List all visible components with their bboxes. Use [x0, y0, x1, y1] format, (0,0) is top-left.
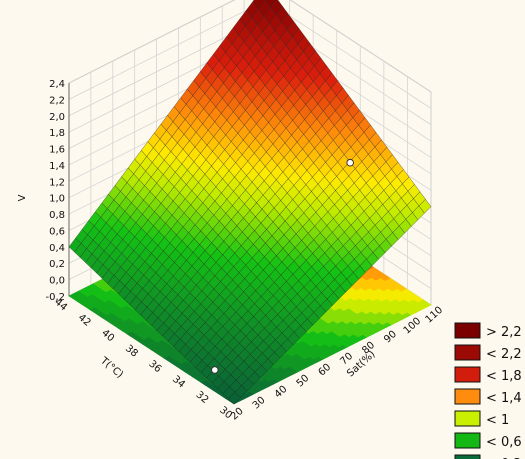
chart-window: -0,2 0,0 0,2 0,4 0,6 0,8 1,0 1,2 1,4 1,6 1,8 2,0 2,2…: [0, 0, 525, 459]
y-tick-label: 34: [170, 374, 187, 391]
legend-swatch: [454, 388, 481, 405]
x-tick-label: 40: [273, 384, 290, 401]
z-tick-label: 0,8: [49, 210, 65, 221]
legend-swatch: [454, 432, 481, 449]
z-tick-label: 1,6: [49, 145, 65, 156]
z-axis-label: V: [17, 194, 28, 201]
legend-swatch: [454, 454, 481, 459]
x-tick-label: 100: [402, 316, 424, 337]
legend-label: > 2,2: [486, 325, 522, 340]
legend: > 2,2< 2,2< 1,8< 1,4< 1< 0,6< 0,2: [454, 322, 522, 459]
legend-swatch: [454, 366, 481, 383]
legend-label: < 1,4: [486, 391, 522, 406]
surface-plot: -0,20,00,20,40,60,81,01,21,41,61,82,02,2…: [17, 0, 522, 459]
legend-label: < 2,2: [486, 347, 522, 362]
z-tick-label: 0,0: [49, 276, 65, 287]
legend-label: < 1: [486, 413, 509, 428]
legend-swatch: [454, 344, 481, 361]
y-tick-label: 38: [123, 343, 140, 360]
y-tick-label: 36: [146, 358, 163, 375]
legend-label: < 0,6: [486, 435, 522, 450]
y-tick-label: 42: [76, 312, 93, 329]
legend-label: < 1,8: [486, 369, 522, 384]
z-tick-label: 1,4: [49, 161, 65, 172]
x-tick-label: 30: [251, 395, 268, 412]
x-tick-label: 90: [382, 329, 399, 346]
z-tick-label: 0,2: [49, 259, 65, 270]
z-tick-label: 2,2: [49, 95, 65, 106]
z-tick-label: 1,0: [49, 194, 65, 205]
x-tick-label: 20: [229, 406, 246, 423]
x-tick-label: 50: [295, 373, 312, 390]
x-tick-label: 110: [424, 305, 446, 326]
data-point: [211, 366, 219, 374]
z-tick-label: 1,2: [49, 177, 65, 188]
legend-swatch: [454, 410, 481, 427]
data-point: [346, 158, 354, 167]
z-tick-label: 0,6: [49, 226, 65, 237]
y-tick-label: 32: [194, 389, 211, 406]
y-tick-label: 40: [99, 328, 116, 345]
z-tick-label: 1,8: [49, 128, 65, 139]
x-tick-label: 60: [316, 362, 333, 379]
y-axis-label: T(°C): [97, 355, 125, 381]
z-tick-label: 2,0: [49, 112, 65, 123]
z-tick-label: 2,4: [49, 79, 65, 90]
legend-swatch: [454, 322, 481, 339]
z-tick-label: 0,4: [49, 243, 65, 254]
